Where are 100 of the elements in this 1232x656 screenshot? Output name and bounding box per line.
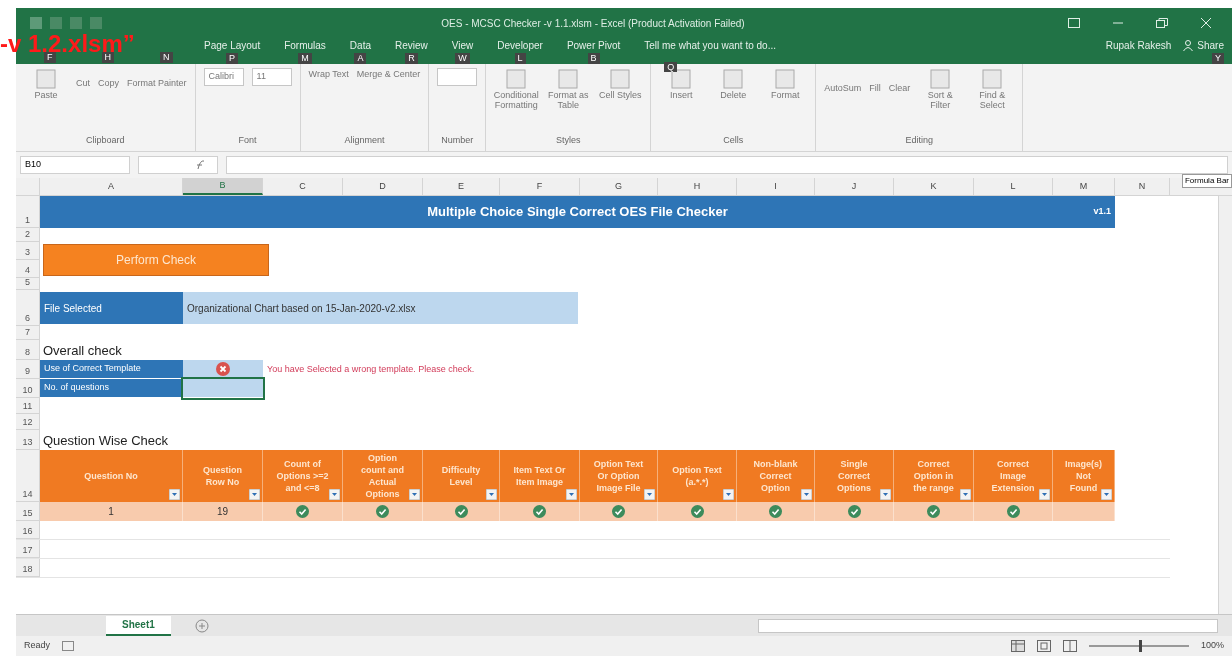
ribbon-button[interactable]: AutoSum bbox=[824, 68, 862, 110]
share-button[interactable]: Share bbox=[1183, 38, 1224, 53]
filter-dropdown-icon[interactable] bbox=[486, 489, 497, 500]
heading-text: Image(s) Not Found bbox=[1065, 458, 1102, 494]
user-name: Rupak Rakesh bbox=[1105, 39, 1173, 53]
command-icon bbox=[505, 68, 528, 90]
check-icon bbox=[690, 505, 704, 518]
column-header[interactable]: H bbox=[658, 178, 737, 195]
ribbon-button[interactable]: Cut bbox=[76, 68, 90, 100]
ribbon-display-icon[interactable] bbox=[1068, 18, 1080, 28]
filter-dropdown-icon[interactable] bbox=[960, 489, 971, 500]
filter-dropdown-icon[interactable] bbox=[1039, 489, 1050, 500]
row-header: 7 bbox=[16, 326, 40, 340]
table-cell: 19 bbox=[183, 502, 263, 521]
ribbon-button[interactable]: Merge & Center bbox=[356, 68, 421, 82]
column-header[interactable]: E bbox=[423, 178, 500, 195]
column-header[interactable]: J bbox=[815, 178, 894, 195]
ribbon-button[interactable]: Copy bbox=[98, 68, 120, 100]
row-header: 10 bbox=[16, 379, 40, 398]
dropdown-field[interactable]: 11 bbox=[251, 68, 292, 86]
label-cell: Use of Correct Template bbox=[40, 360, 183, 379]
ribbon-button[interactable]: Clear bbox=[888, 68, 911, 110]
zoom-slider[interactable] bbox=[1088, 640, 1189, 652]
column-header[interactable]: F bbox=[500, 178, 580, 195]
column-header[interactable]: C bbox=[263, 178, 343, 195]
column-header[interactable]: D bbox=[343, 178, 423, 195]
keytip: P bbox=[226, 53, 239, 64]
restore-icon[interactable] bbox=[1156, 18, 1168, 28]
macro-record-icon[interactable] bbox=[62, 641, 74, 651]
row-header: 11 bbox=[16, 398, 40, 414]
ribbon-tab[interactable]: Review bbox=[395, 38, 428, 53]
row-header: 12 bbox=[16, 414, 40, 430]
row-header: 4 bbox=[16, 260, 40, 278]
ribbon-tab[interactable]: Developer bbox=[497, 38, 543, 53]
ribbon-button[interactable]: Paste bbox=[24, 68, 68, 100]
ribbon-tab[interactable]: Formulas bbox=[284, 38, 326, 53]
value-cell: Organizational Chart based on 15-Jan-2020-v2.xlsx bbox=[183, 292, 578, 324]
dropdown-field[interactable]: Calibri bbox=[203, 68, 244, 86]
column-header[interactable]: B bbox=[183, 178, 263, 195]
ribbon-button[interactable]: Delete bbox=[711, 68, 756, 100]
ribbon-button[interactable]: Wrap Text bbox=[308, 68, 349, 82]
page-layout-icon[interactable] bbox=[1036, 640, 1051, 652]
name-box[interactable]: B10 bbox=[20, 156, 130, 174]
column-header[interactable]: G bbox=[580, 178, 658, 195]
command-icon bbox=[557, 68, 580, 90]
formula-input[interactable] bbox=[226, 156, 1228, 174]
filter-dropdown-icon[interactable] bbox=[169, 489, 180, 500]
filter-dropdown-icon[interactable] bbox=[409, 489, 420, 500]
ribbon-tab[interactable]: View bbox=[451, 38, 474, 53]
zoom-level[interactable]: 100% bbox=[1200, 639, 1224, 653]
column-header[interactable]: K bbox=[894, 178, 974, 195]
horizontal-scrollbar[interactable] bbox=[758, 618, 1218, 633]
command-icon bbox=[722, 68, 745, 90]
filter-dropdown-icon[interactable] bbox=[644, 489, 655, 500]
section-heading: Question Wise Check bbox=[42, 431, 168, 450]
filter-dropdown-icon[interactable] bbox=[1101, 489, 1112, 500]
normal-view-icon[interactable] bbox=[1010, 640, 1025, 652]
sheet-tab[interactable]: Sheet1 bbox=[106, 615, 171, 636]
status-text: Ready bbox=[24, 639, 50, 653]
heading-text: Single Correct Options bbox=[836, 458, 872, 494]
close-icon[interactable] bbox=[1200, 18, 1212, 28]
heading-text: Option Text Or Option Image File bbox=[592, 458, 645, 494]
check-icon bbox=[296, 505, 309, 518]
column-header[interactable]: N bbox=[1115, 178, 1170, 195]
page-break-icon[interactable] bbox=[1062, 640, 1077, 652]
group-label: Styles bbox=[555, 133, 582, 147]
ribbon-tab[interactable]: Power Pivot bbox=[566, 38, 621, 53]
ribbon-button[interactable]: Find & Select bbox=[970, 68, 1015, 110]
filter-dropdown-icon[interactable] bbox=[801, 489, 812, 500]
keytip: W bbox=[455, 53, 470, 64]
filter-dropdown-icon[interactable] bbox=[566, 489, 577, 500]
row-header: 8 bbox=[16, 340, 40, 360]
command-icon bbox=[929, 68, 952, 90]
row-header: 17 bbox=[16, 540, 40, 558]
filter-dropdown-icon[interactable] bbox=[723, 489, 734, 500]
version-label: v1.1 bbox=[1093, 205, 1111, 219]
ribbon-button[interactable]: Conditional Formatting bbox=[494, 68, 539, 110]
group-label: Cells bbox=[722, 133, 745, 147]
ribbon-button[interactable]: Format Painter bbox=[127, 68, 187, 100]
filter-dropdown-icon[interactable] bbox=[880, 489, 891, 500]
ribbon-tab[interactable]: Page Layout bbox=[204, 38, 261, 53]
heading-text: Difficulty Level bbox=[440, 464, 482, 488]
ribbon-tab[interactable]: Data bbox=[349, 38, 371, 53]
dropdown-field[interactable] bbox=[437, 68, 478, 86]
column-header[interactable]: M bbox=[1053, 178, 1115, 195]
column-header[interactable]: L bbox=[974, 178, 1053, 195]
filter-dropdown-icon[interactable] bbox=[329, 489, 340, 500]
ribbon-button[interactable]: Fill bbox=[869, 68, 881, 110]
row-header: 6 bbox=[16, 290, 40, 326]
filter-dropdown-icon[interactable] bbox=[249, 489, 260, 500]
tell-me-field[interactable]: Tell me what you want to do... bbox=[644, 38, 776, 53]
vertical-scrollbar[interactable] bbox=[1218, 196, 1232, 614]
zoom-thumb[interactable] bbox=[1138, 640, 1142, 652]
command-icon bbox=[35, 68, 57, 90]
keytip: F bbox=[44, 52, 56, 63]
ribbon-button[interactable]: Sort & Filter bbox=[918, 68, 963, 110]
ribbon-button[interactable]: Format as Table bbox=[546, 68, 591, 110]
ribbon-button[interactable]: Cell Styles bbox=[598, 68, 643, 110]
column-header[interactable]: I bbox=[737, 178, 815, 195]
ribbon-button[interactable]: Format bbox=[763, 68, 808, 100]
